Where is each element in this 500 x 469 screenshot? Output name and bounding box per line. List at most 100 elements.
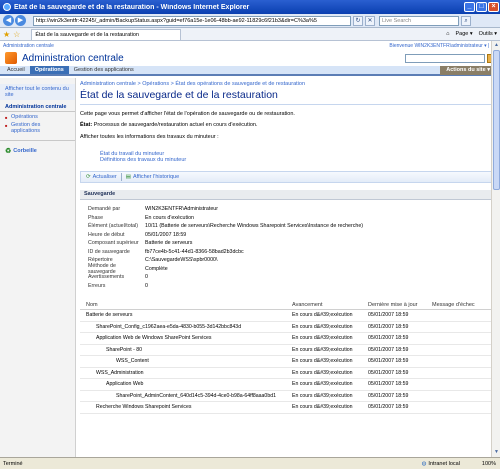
site-title: Administration centrale [22, 52, 124, 64]
breadcrumb[interactable]: Administration centrale > Opérations > É… [80, 81, 500, 87]
tab-operations[interactable]: Opérations [29, 66, 69, 74]
table-row: SharePoint - 80 En cours d&#39;exécution 0… [80, 345, 492, 356]
property-value: Batterie de serveurs [145, 240, 193, 247]
tools-menu[interactable]: Outils ▾ [479, 31, 497, 37]
job-name: SharePoint - 80 [106, 346, 143, 353]
property-value: C:\SauvegardeWSS\spbr0000\ [145, 257, 218, 264]
job-last-update: 05/01/2007 18:59 [368, 404, 409, 411]
welcome-menu[interactable]: Bienvenue WIN2K3ENTFR\administrateur ▾ |… [389, 43, 497, 49]
url-input[interactable]: http://win2k3entfr:42245/_admin/BackupSt… [33, 15, 351, 26]
address-bar: ◀ ▶ http://win2k3entfr:42245/_admin/Back… [0, 14, 500, 28]
property-row: Avertissements 0 [88, 273, 500, 282]
timer-job-definitions-link[interactable]: Définitions des travaux du minuteur [100, 157, 500, 163]
zoom-level[interactable]: 100% [482, 461, 496, 467]
history-button[interactable]: Afficher l'historique [133, 174, 179, 180]
status-label: État: [80, 122, 93, 128]
close-button[interactable]: × [488, 2, 499, 12]
property-value: 0 [145, 274, 148, 281]
jobs-table: Batterie de serveurs En cours d&#39;exécu… [80, 310, 500, 414]
add-favorite-icon[interactable]: ☆ [13, 30, 20, 39]
tab-accueil[interactable]: Accueil [2, 66, 30, 74]
site-actions-button[interactable]: Actions du site ▾ [440, 66, 496, 75]
search-icon[interactable]: ⌕ [461, 15, 471, 26]
refresh-button[interactable]: Actualiser [93, 174, 117, 180]
property-label: Phase [88, 214, 104, 221]
col-progress: Avancement [292, 301, 323, 308]
job-progress: En cours d&#39;exécution [292, 392, 353, 399]
stop-icon[interactable]: ✕ [365, 15, 375, 26]
property-value: fb77ce4b-5c41-44d1-8366-58bad2b3dcbc [145, 248, 244, 255]
recycle-bin-link[interactable]: ♻ Corbeille [0, 140, 75, 161]
left-navigation: Afficher tout le contenu du site Adminis… [0, 78, 76, 457]
forward-icon[interactable]: ▶ [15, 15, 26, 26]
job-name: SharePoint_Config_c1962aea-e5da-4830-b05… [96, 323, 242, 330]
refresh-icon: ⟳ [86, 174, 91, 180]
top-strip: Administration centrale Bienvenue WIN2K3… [0, 41, 500, 50]
table-row: WSS_Administration En cours d&#39;exécuti… [80, 368, 492, 379]
job-last-update: 05/01/2007 18:59 [368, 381, 409, 388]
leftnav-heading[interactable]: Administration centrale [0, 100, 75, 112]
tab-gestion-applications[interactable]: Gestion des applications [69, 66, 139, 74]
backup-section-heading: Sauvegarde [80, 190, 492, 200]
scroll-down-icon[interactable]: ▼ [492, 448, 500, 457]
history-icon: ▤ [125, 174, 131, 180]
site-search-input[interactable] [405, 53, 485, 63]
job-last-update: 05/01/2007 18:59 [368, 369, 409, 376]
job-name: Application Web de Windows SharePoint Se… [96, 335, 212, 342]
property-row: Demandé par WIN2K3ENTFR\Administrateur [88, 205, 500, 214]
property-label: Demandé par [88, 206, 121, 213]
action-toolbar: ⟳ Actualiser ▤ Afficher l'historique [80, 171, 492, 183]
sharepoint-logo-icon [5, 52, 17, 64]
table-row: WSS_Content En cours d&#39;exécution 05/01… [80, 356, 492, 368]
favorites-star-icon[interactable]: ★ [3, 30, 10, 39]
property-row: Erreurs 0 [88, 282, 500, 291]
property-label: Heure de début [88, 231, 125, 238]
property-row: Méthode de sauvegarde Complète [88, 262, 500, 275]
toolbar-separator [120, 173, 122, 181]
job-last-update: 05/01/2007 18:59 [368, 323, 409, 330]
scroll-up-icon[interactable]: ▲ [492, 41, 500, 50]
status-bar: Terminé ◍ Intranet local 100% [0, 457, 500, 469]
page-menu[interactable]: Page ▾ [456, 31, 473, 37]
view-all-content-link[interactable]: Afficher tout le contenu du site [0, 84, 75, 100]
property-label: Méthode de sauvegarde [88, 262, 116, 275]
job-last-update: 05/01/2007 18:59 [368, 346, 409, 353]
browser-tools: ⌂ Page ▾ Outils ▾ [440, 31, 497, 37]
job-name: WSS_Content [116, 358, 149, 365]
security-zone: ◍ Intranet local 100% [422, 461, 500, 467]
site-header: Administration centrale [0, 50, 500, 66]
job-progress: En cours d&#39;exécution [292, 358, 353, 365]
backup-properties: Demandé par WIN2K3ENTFR\Administrateur Pha… [80, 205, 500, 290]
leftnav-item-gestion[interactable]: Gestion des applications [0, 120, 75, 134]
scroll-thumb[interactable] [493, 50, 500, 190]
property-label: Erreurs [88, 282, 106, 289]
table-row: SharePoint_Config_c1962aea-e5da-4830-b05… [80, 322, 492, 333]
back-icon[interactable]: ◀ [3, 15, 14, 26]
ie-logo-icon [3, 3, 11, 11]
table-row: Batterie de serveurs En cours d&#39;exécu… [80, 310, 492, 322]
property-label: Élément (actuel/total) [88, 223, 139, 230]
browser-tab[interactable]: État de la sauvegarde et de la restaurat… [31, 28, 182, 40]
col-failure-message: Message d'échec [432, 301, 475, 308]
maximize-button[interactable]: □ [476, 2, 487, 12]
col-name: Nom [86, 301, 98, 308]
site-link[interactable]: Administration centrale [3, 43, 54, 49]
property-value: WIN2K3ENTFR\Administrateur [145, 206, 218, 213]
page-description: Cette page vous permet d'afficher l'état… [80, 111, 295, 117]
leftnav-item-operations[interactable]: Opérations [0, 112, 75, 120]
table-row: Application Web En cours d&#39;exécution 0… [80, 379, 492, 391]
status-text: Terminé [3, 460, 23, 467]
browser-search-input[interactable]: Live Search [379, 15, 459, 26]
job-name: Application Web [106, 381, 144, 388]
site-search [405, 53, 496, 63]
refresh-icon[interactable]: ↻ [353, 15, 363, 26]
home-icon[interactable]: ⌂ [446, 31, 449, 37]
vertical-scrollbar[interactable]: ▲ ▼ [491, 41, 500, 457]
table-row: Recherche Windows Sharepoint Services En … [80, 402, 492, 414]
job-name: Batterie de serveurs [86, 312, 133, 319]
job-name: Recherche Windows Sharepoint Services [96, 404, 192, 411]
minimize-button[interactable]: _ [464, 2, 475, 12]
job-progress: En cours d&#39;exécution [292, 335, 353, 342]
property-row: Répertoire C:\SauvegardeWSS\spbr0000\ [88, 256, 500, 265]
job-name: SharePoint_AdminContent_640d14c5-394d-4c… [116, 392, 276, 399]
